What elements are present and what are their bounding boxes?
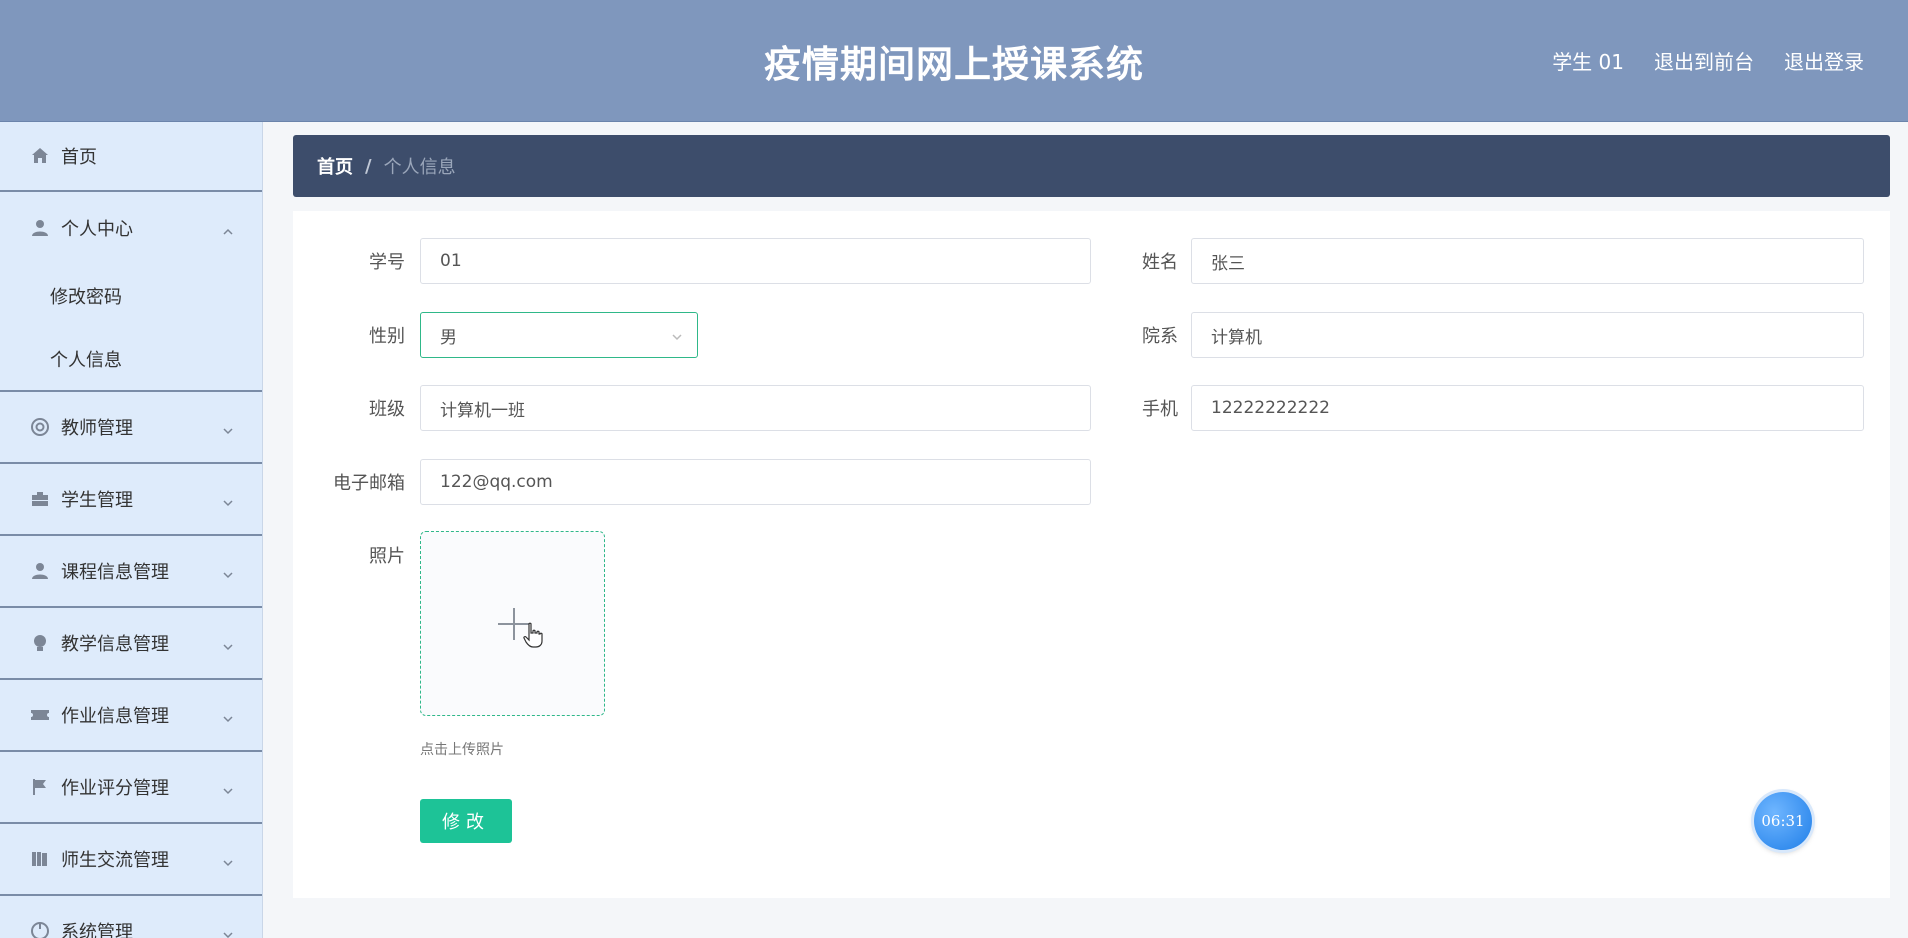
sidebar-item-label: 作业信息管理 (61, 706, 169, 727)
photo-upload-area[interactable] (420, 531, 605, 716)
chevron-down-icon (222, 853, 234, 867)
photo-label: 照片 (369, 546, 405, 567)
personal-center-submenu: 修改密码 个人信息 (0, 264, 262, 392)
user-icon (29, 560, 51, 582)
chevron-up-icon (222, 222, 234, 235)
sidebar-item-communication-management[interactable]: 师生交流管理 (0, 824, 262, 896)
top-header: 疫情期间网上授课系统 学生 01 退出到前台 退出登录 (0, 0, 1908, 122)
sidebar-item-teacher-management[interactable]: 教师管理 (0, 392, 262, 464)
breadcrumb: 首页 / 个人信息 (293, 135, 1890, 197)
chevron-down-icon (222, 493, 234, 507)
hand-pointer-icon (523, 622, 543, 648)
phone-input[interactable]: 12222222222 (1191, 385, 1864, 431)
sidebar-item-label: 师生交流管理 (61, 850, 169, 871)
briefcase-icon (29, 488, 51, 510)
sidebar-item-label: 课程信息管理 (61, 562, 169, 583)
lightbulb-icon (29, 632, 51, 654)
sidebar-item-home[interactable]: 首页 (0, 122, 262, 192)
photo-upload-tip: 点击上传照片 (420, 742, 504, 758)
sidebar-item-student-management[interactable]: 学生管理 (0, 464, 262, 536)
chevron-down-icon (222, 781, 234, 795)
email-input[interactable]: 122@qq.com (420, 459, 1091, 505)
gender-select-value: 男 (440, 327, 457, 348)
sidebar-item-label: 首页 (61, 147, 97, 168)
sidebar-item-personal-center[interactable]: 个人中心 (0, 192, 262, 264)
sidebar-item-label: 个人中心 (61, 219, 133, 240)
floating-timer[interactable]: 06:31 (1754, 792, 1812, 850)
sidebar-item-personal-info[interactable]: 个人信息 (0, 327, 262, 390)
home-icon (29, 145, 51, 167)
sidebar: 首页 个人中心 修改密码 个人信息 教师管理 学生管理 课程信息管理 教学信息管… (0, 122, 263, 938)
name-label: 姓名 (1142, 252, 1178, 273)
breadcrumb-current: 个人信息 (383, 157, 456, 178)
crosshair-icon (29, 920, 51, 938)
lifebuoy-icon (29, 416, 51, 438)
sidebar-item-teaching-management[interactable]: 教学信息管理 (0, 608, 262, 680)
submit-button[interactable]: 修改 (420, 799, 512, 843)
exit-to-front-link[interactable]: 退出到前台 (1654, 46, 1754, 75)
sidebar-item-system-management[interactable]: 系统管理 (0, 896, 262, 938)
flag-icon (29, 776, 51, 798)
user-links: 学生 01 退出到前台 退出登录 (1552, 46, 1864, 75)
current-user-link[interactable]: 学生 01 (1552, 46, 1624, 75)
ticket-icon (29, 704, 51, 726)
phone-label: 手机 (1142, 399, 1178, 420)
class-label: 班级 (369, 399, 405, 420)
chevron-down-icon (222, 709, 234, 723)
user-icon (29, 217, 51, 239)
book-icon (29, 848, 51, 870)
chevron-down-icon (671, 328, 683, 341)
department-input[interactable]: 计算机 (1191, 312, 1864, 358)
email-label: 电子邮箱 (333, 473, 405, 494)
gender-select[interactable]: 男 (420, 312, 698, 358)
logout-link[interactable]: 退出登录 (1784, 46, 1864, 75)
sidebar-item-grading-management[interactable]: 作业评分管理 (0, 752, 262, 824)
gender-label: 性别 (369, 326, 405, 347)
sidebar-item-label: 系统管理 (61, 922, 133, 938)
sidebar-item-label: 教学信息管理 (61, 634, 169, 655)
name-input[interactable]: 张三 (1191, 238, 1864, 284)
class-input[interactable]: 计算机一班 (420, 385, 1091, 431)
breadcrumb-separator: / (365, 155, 372, 177)
sidebar-item-homework-management[interactable]: 作业信息管理 (0, 680, 262, 752)
personal-info-form: 学号 01 姓名 张三 性别 男 院系 计算机 班级 计算机一班 手机 1222… (293, 211, 1890, 898)
chevron-down-icon (222, 637, 234, 651)
sidebar-item-change-password[interactable]: 修改密码 (0, 264, 262, 327)
sidebar-item-label: 学生管理 (61, 490, 133, 511)
chevron-down-icon (222, 421, 234, 435)
student-id-input[interactable]: 01 (420, 238, 1091, 284)
breadcrumb-home[interactable]: 首页 (317, 153, 353, 179)
sidebar-item-course-management[interactable]: 课程信息管理 (0, 536, 262, 608)
sidebar-item-label: 教师管理 (61, 418, 133, 439)
chevron-down-icon (222, 925, 234, 938)
chevron-down-icon (222, 565, 234, 579)
student-id-label: 学号 (369, 252, 405, 273)
department-label: 院系 (1142, 326, 1178, 347)
sidebar-item-label: 作业评分管理 (61, 778, 169, 799)
